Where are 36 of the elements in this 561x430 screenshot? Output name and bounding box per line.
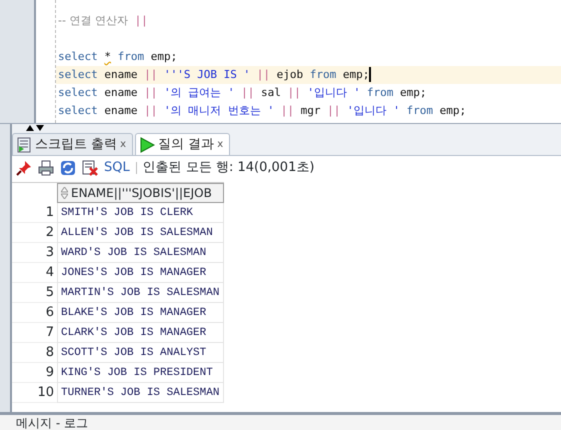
table-cell: CLARK'S JOB IS MANAGER: [57, 323, 224, 343]
status-text: 인출된 모든 행: 14(0,001초): [142, 159, 314, 178]
row-number: 2: [12, 223, 57, 243]
sql-button[interactable]: SQL: [104, 158, 130, 178]
result-tab[interactable]: 질의 결과 x: [135, 133, 230, 155]
code-line: select ename || '의 급여는 ' || sal || '입니다 ' from emp;: [57, 85, 428, 101]
table-cell: KING'S JOB IS PRESIDENT: [57, 363, 224, 383]
table-cell: WARD'S JOB IS SALESMAN: [57, 243, 224, 263]
refresh-icon[interactable]: [60, 160, 76, 176]
close-icon[interactable]: x: [217, 137, 224, 152]
close-icon[interactable]: x: [120, 137, 126, 152]
result-tab[interactable]: 스크립트 출력 x: [12, 133, 134, 155]
row-number: 3: [12, 243, 57, 263]
table-cell: BLAKE'S JOB IS MANAGER: [57, 303, 224, 323]
play-icon: [139, 136, 156, 152]
row-number: 6: [12, 303, 57, 323]
sort-icon: [61, 187, 68, 199]
document-icon: [16, 136, 32, 152]
panel-title: 메시지 - 로그: [16, 416, 88, 430]
table-cell: JONES'S JOB IS MANAGER: [57, 263, 224, 283]
code-line: -- 연결 연산자 ||: [57, 13, 149, 29]
row-number: 9: [12, 363, 57, 383]
table-cell: SMITH'S JOB IS CLERK: [57, 203, 224, 223]
table-cell: ALLEN'S JOB IS SALESMAN: [57, 223, 224, 243]
splitter-arrows-icon[interactable]: [26, 125, 44, 131]
delete-grid-icon[interactable]: [82, 160, 98, 176]
row-number: 10: [12, 383, 57, 403]
printer-icon[interactable]: [38, 160, 54, 176]
table-cell: SCOTT'S JOB IS ANALYST: [57, 343, 224, 363]
table-cell: MARTIN'S JOB IS SALESMAN: [57, 283, 224, 303]
code-line: select * from emp;: [57, 49, 178, 65]
table-cell: TURNER'S JOB IS SALESMAN: [57, 383, 224, 403]
pin-icon[interactable]: [16, 160, 32, 176]
code-line: select ename || '의 매니저 번호는 ' || mgr || '입니다 ' from emp;: [57, 103, 468, 119]
row-number: 8: [12, 343, 57, 363]
column-header[interactable]: ENAME||'''SJOBIS'||EJOB: [57, 183, 224, 203]
